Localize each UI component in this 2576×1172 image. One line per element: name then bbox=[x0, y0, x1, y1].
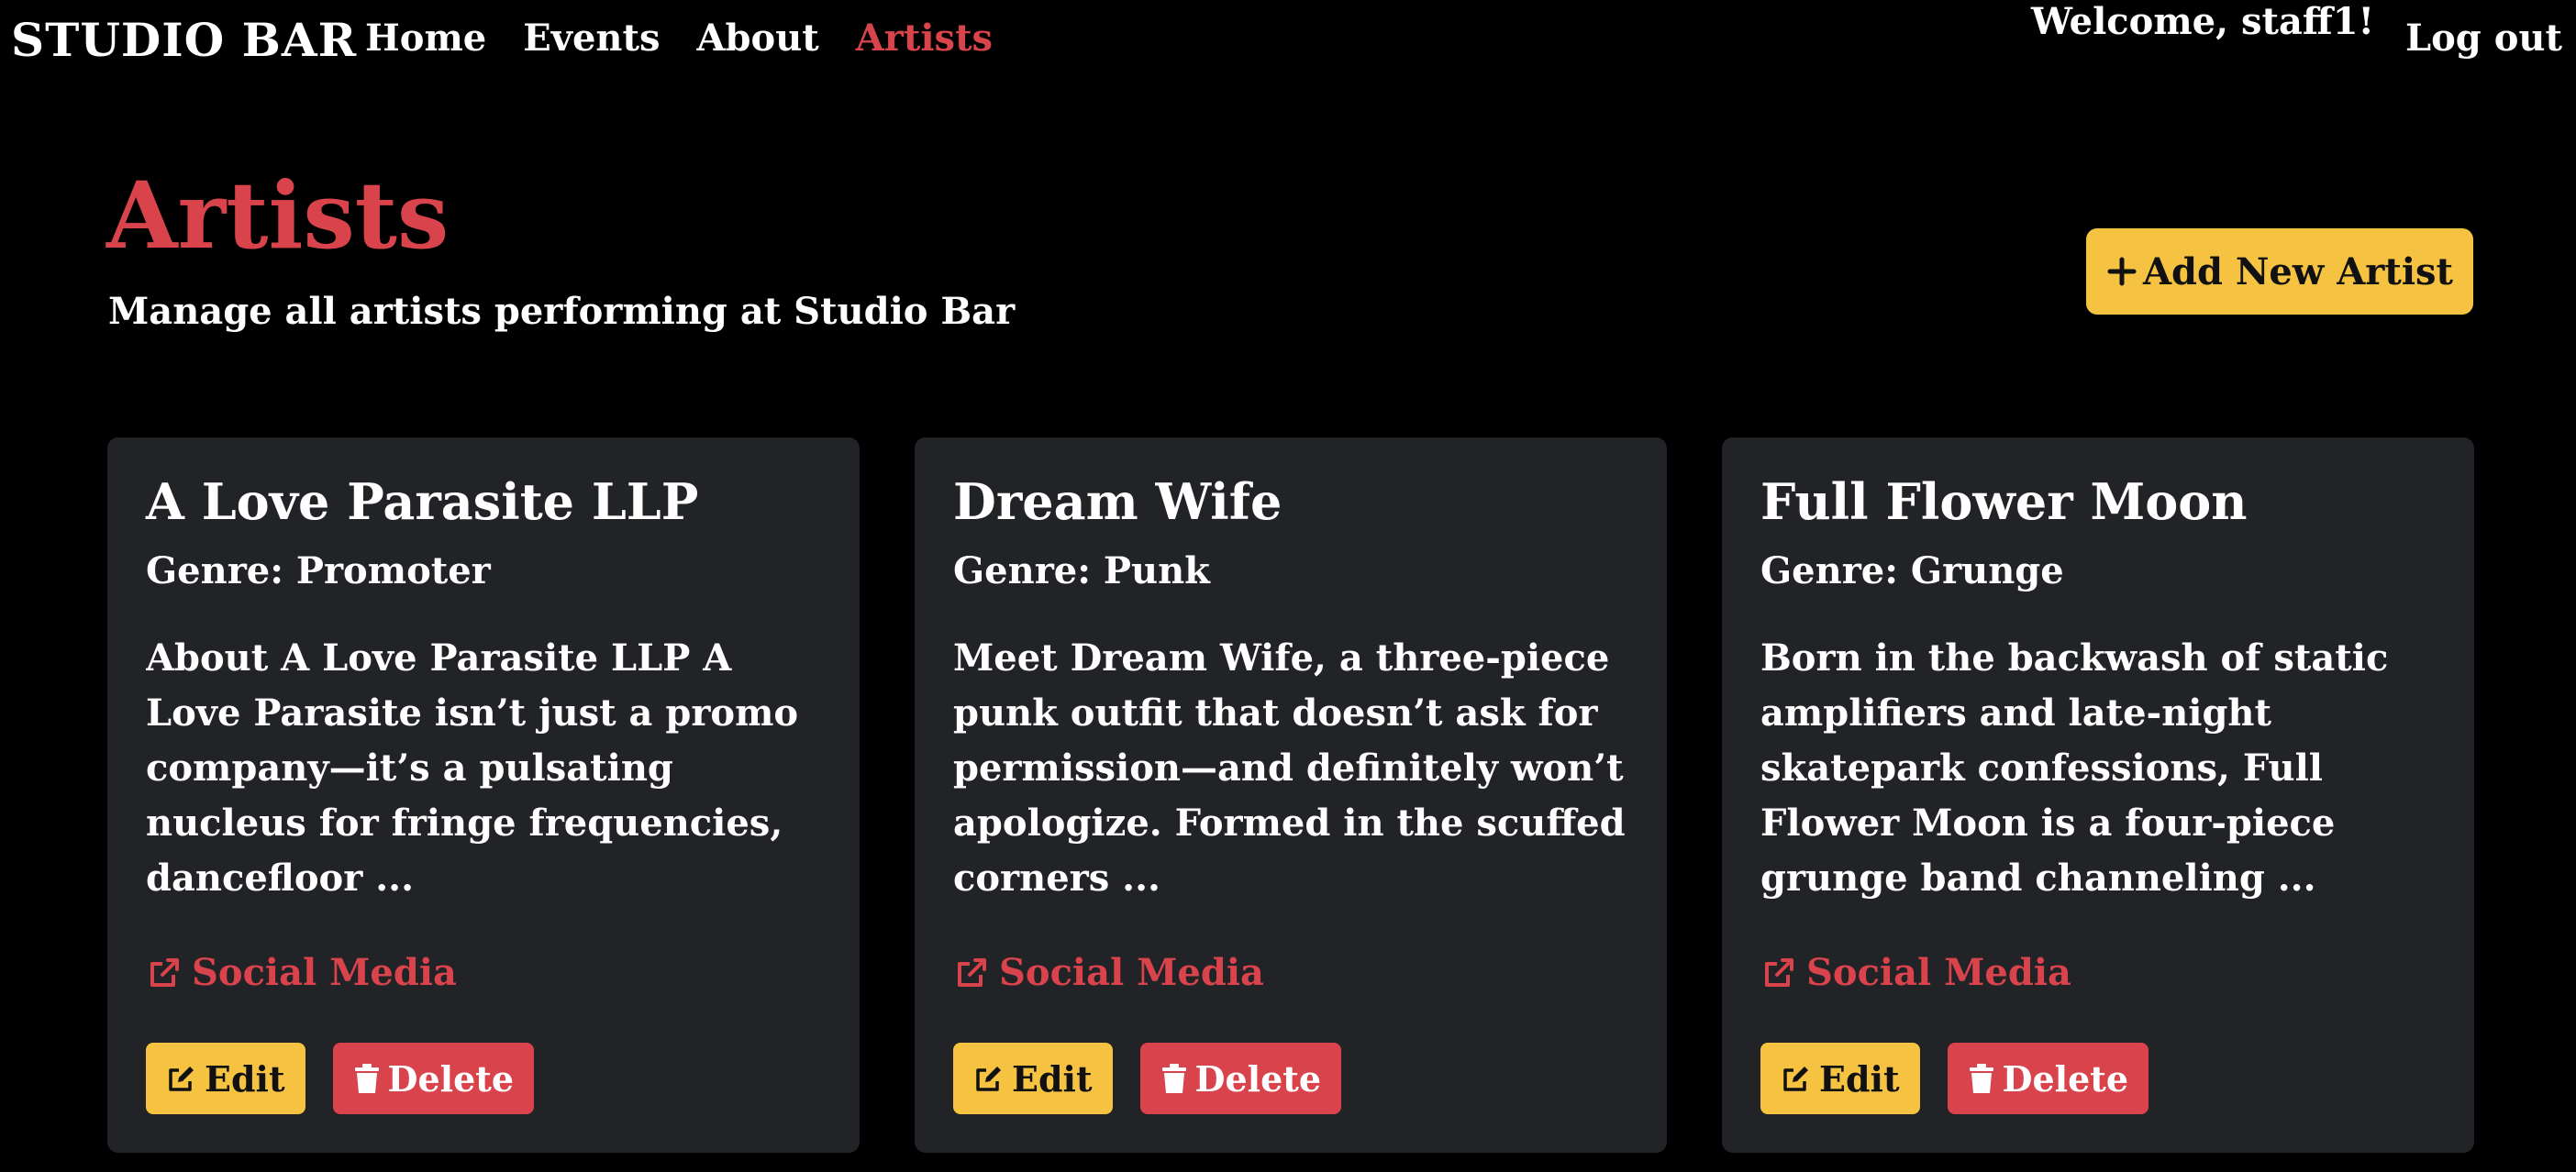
artist-genre: Genre: Grunge bbox=[1760, 549, 2064, 592]
external-link-icon bbox=[953, 955, 990, 991]
artist-card: Full Flower Moon Genre: Grunge Born in t… bbox=[1722, 437, 2474, 1153]
social-media-link[interactable]: Social Media bbox=[953, 951, 1264, 994]
trash-icon bbox=[1160, 1063, 1188, 1094]
page-title: Artists bbox=[106, 161, 450, 270]
welcome-message: Welcome, staff1! bbox=[2031, 0, 2375, 43]
delete-button[interactable]: Delete bbox=[1139, 1043, 1342, 1114]
card-actions: Edit Delete bbox=[953, 1043, 1342, 1114]
top-navbar: STUDIO BAR Home Events About Artists Wel… bbox=[0, 0, 2576, 84]
delete-label: Delete bbox=[387, 1057, 515, 1100]
delete-button[interactable]: Delete bbox=[332, 1043, 535, 1114]
social-media-label: Social Media bbox=[999, 951, 1264, 994]
edit-icon bbox=[973, 1063, 1005, 1094]
edit-button[interactable]: Edit bbox=[146, 1043, 305, 1114]
plus-icon bbox=[2106, 256, 2137, 287]
delete-label: Delete bbox=[1194, 1057, 1322, 1100]
artist-genre: Genre: Punk bbox=[953, 549, 1210, 592]
edit-label: Edit bbox=[1012, 1057, 1093, 1100]
page-subtitle: Manage all artists performing at Studio … bbox=[108, 290, 1016, 333]
add-new-artist-button[interactable]: Add New Artist bbox=[2086, 228, 2473, 315]
external-link-icon bbox=[146, 955, 183, 991]
nav-link-events[interactable]: Events bbox=[523, 17, 660, 60]
artist-name: Dream Wife bbox=[953, 472, 1282, 531]
artist-card: Dream Wife Genre: Punk Meet Dream Wife, … bbox=[915, 437, 1667, 1153]
edit-label: Edit bbox=[205, 1057, 285, 1100]
edit-button[interactable]: Edit bbox=[1760, 1043, 1920, 1114]
nav-link-artists[interactable]: Artists bbox=[856, 17, 993, 60]
artist-description: About A Love Parasite LLP A Love Parasit… bbox=[146, 636, 799, 900]
artist-name: A Love Parasite LLP bbox=[146, 472, 699, 531]
artist-description: Meet Dream Wife, a three-piece punk outf… bbox=[953, 636, 1626, 900]
card-actions: Edit Delete bbox=[1760, 1043, 2149, 1114]
artist-card: A Love Parasite LLP Genre: Promoter Abou… bbox=[107, 437, 860, 1153]
edit-button[interactable]: Edit bbox=[953, 1043, 1113, 1114]
card-actions: Edit Delete bbox=[146, 1043, 535, 1114]
nav-link-home[interactable]: Home bbox=[365, 17, 486, 60]
nav-link-about[interactable]: About bbox=[697, 17, 819, 60]
trash-icon bbox=[353, 1063, 381, 1094]
social-media-label: Social Media bbox=[1806, 951, 2071, 994]
add-new-artist-label: Add New Artist bbox=[2142, 249, 2454, 293]
delete-button[interactable]: Delete bbox=[1947, 1043, 2149, 1114]
artist-name: Full Flower Moon bbox=[1760, 472, 2248, 531]
social-media-link[interactable]: Social Media bbox=[146, 951, 457, 994]
edit-icon bbox=[166, 1063, 197, 1094]
social-media-link[interactable]: Social Media bbox=[1760, 951, 2071, 994]
artist-genre: Genre: Promoter bbox=[146, 549, 491, 592]
delete-label: Delete bbox=[2002, 1057, 2129, 1100]
edit-icon bbox=[1781, 1063, 1812, 1094]
trash-icon bbox=[1968, 1063, 1995, 1094]
social-media-label: Social Media bbox=[192, 951, 457, 994]
edit-label: Edit bbox=[1819, 1057, 1900, 1100]
logout-link[interactable]: Log out bbox=[2405, 17, 2562, 60]
artist-description: Born in the backwash of static amplifier… bbox=[1760, 636, 2389, 900]
nav-links: Home Events About Artists bbox=[365, 17, 993, 60]
external-link-icon bbox=[1760, 955, 1797, 991]
brand-logo[interactable]: STUDIO BAR bbox=[11, 13, 357, 67]
